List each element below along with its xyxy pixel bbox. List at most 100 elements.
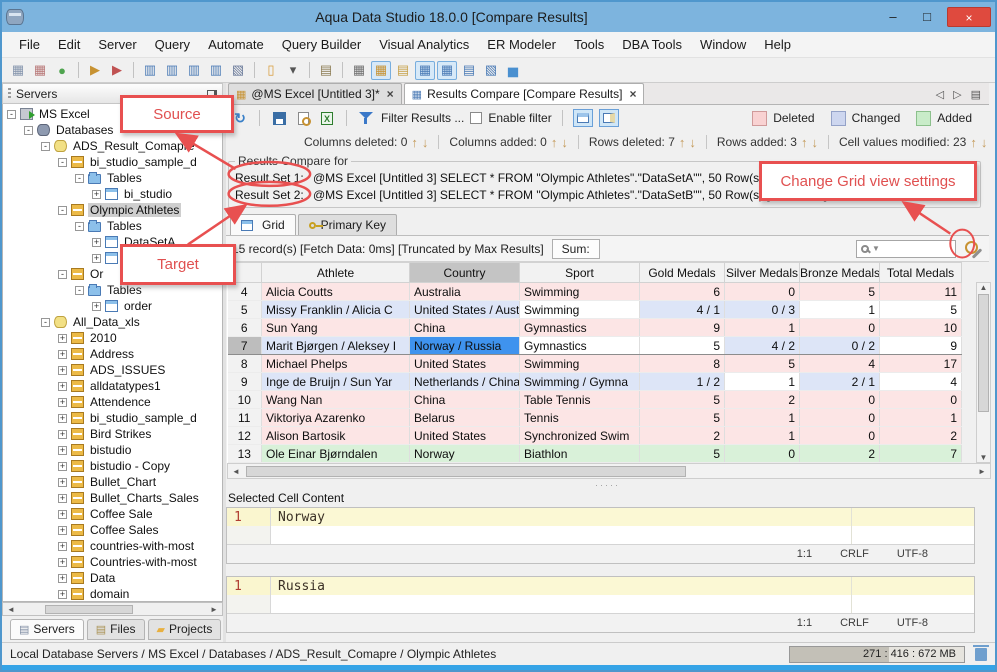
row-count-icon[interactable]: ▤ [459,61,479,80]
grid-cell[interactable]: 5 [799,282,880,301]
tree-item-bullet-chart[interactable]: + Bullet_Chart [3,474,222,490]
previous-diff-icon[interactable]: ↑ [970,135,977,150]
collapse-icon[interactable]: - [58,269,67,279]
grid-cell[interactable]: Netherlands / China [409,372,520,391]
row-number[interactable]: 8 [227,354,262,373]
grid-cell[interactable]: 6 [639,282,725,301]
editor-empty-line[interactable] [227,526,974,544]
expand-icon[interactable]: + [58,509,67,519]
menu-dba-tools[interactable]: DBA Tools [613,34,691,55]
expand-icon[interactable]: + [58,445,67,455]
maximize-button[interactable]: □ [913,7,941,27]
grid-horizontal-scrollbar[interactable]: ◄ ► [227,463,991,479]
expand-icon[interactable]: + [58,477,67,487]
column-header-country[interactable]: Country [409,262,520,283]
previous-diff-icon[interactable]: ↑ [411,135,418,150]
tree-item-countries-with-most[interactable]: + countries-with-most [3,538,222,554]
form-view-icon[interactable]: ▦ [371,60,391,80]
scrollbar-thumb[interactable] [978,294,989,412]
cell-content-editor-target[interactable]: 1 Russia 1:1 CRLF UTF-8 [226,576,975,633]
export-excel-icon[interactable] [318,109,336,127]
grid-cell[interactable]: Missy Franklin / Alicia C [261,300,410,319]
grid-cell[interactable]: 1 [724,318,800,337]
grid-cell[interactable]: 0 [799,408,880,427]
pivot-grid-icon[interactable]: ▦ [437,60,457,80]
tab-results-compare-compare-results[interactable]: ▦ Results Compare [Compare Results] × [403,83,645,104]
next-diff-icon[interactable]: ↓ [811,135,818,150]
grid-cell[interactable]: Ole Einar Bjørndalen [261,444,410,463]
close-icon[interactable]: × [387,87,394,101]
pin-panel-icon[interactable] [207,89,217,98]
collapse-icon[interactable]: - [41,141,50,151]
next-diff-icon[interactable]: ↓ [981,135,988,150]
expand-icon[interactable]: + [58,573,67,583]
editor-empty-line[interactable] [227,595,974,613]
servers-panel-header[interactable]: Servers [2,83,223,104]
tree-item-bistudio-copy[interactable]: + bistudio - Copy [3,458,222,474]
grid-cell[interactable]: 0 [879,390,962,409]
tab-list-icon[interactable]: ▤ [971,88,981,101]
menu-automate[interactable]: Automate [199,34,273,55]
grid-cell[interactable]: Sun Yang [261,318,410,337]
row-number[interactable]: 4 [227,282,262,301]
expand-icon[interactable]: + [92,301,101,311]
grid-cell[interactable]: 0 [724,282,800,301]
splitter-handle[interactable]: ····· [226,479,989,491]
menu-help[interactable]: Help [755,34,800,55]
copy-window-icon[interactable]: ▧ [228,61,248,80]
expand-icon[interactable]: + [58,525,67,535]
script-icon[interactable]: ▤ [316,61,336,80]
horizontal-layout-icon[interactable] [572,109,593,127]
row-number[interactable]: 5 [227,300,262,319]
menu-er-modeler[interactable]: ER Modeler [478,34,565,55]
grid-cell[interactable]: Michael Phelps [261,354,410,373]
grid-results-icon[interactable]: ▦ [349,61,369,80]
column-header-gold-medals[interactable]: Gold Medals [639,262,725,283]
row-number[interactable]: 11 [227,408,262,427]
chart-icon[interactable]: ▅ [503,61,523,80]
tab-scroll-left-icon[interactable]: ◁ [936,88,944,101]
tab-scroll-right-icon[interactable]: ▷ [953,88,961,101]
disconnect-icon[interactable]: ▶ [107,61,127,80]
expand-icon[interactable]: + [58,541,67,551]
grid-cell[interactable]: 0 / 3 [724,300,800,319]
close-icon[interactable]: × [629,87,636,101]
save-icon[interactable] [270,109,288,127]
expand-icon[interactable]: + [58,413,67,423]
tree-item-tables[interactable]: - Tables [3,218,222,234]
editor-current-line[interactable]: 1 Norway [227,508,974,526]
scroll-down-icon[interactable]: ▼ [980,453,988,462]
grid-cell[interactable]: 9 [879,336,962,355]
expand-icon[interactable]: + [58,333,67,343]
grid-cell[interactable]: United States / Aust [409,300,520,319]
grid-cell[interactable]: 1 [724,426,800,445]
previous-diff-icon[interactable]: ↑ [801,135,808,150]
grid-cell[interactable]: 1 [879,408,962,427]
grid-cell[interactable]: 0 [724,444,800,463]
column-header-total-medals[interactable]: Total Medals [879,262,962,283]
tree-item-order[interactable]: + order [3,298,222,314]
tree-item-or[interactable]: - Or [3,266,222,282]
new-file-icon[interactable]: ▯ [261,61,281,80]
grid-cell[interactable]: Synchronized Swim [519,426,640,445]
column-header-rownum[interactable] [227,262,262,283]
tree-item-bullet-charts-sales[interactable]: + Bullet_Charts_Sales [3,490,222,506]
tree-item-bird-strikes[interactable]: + Bird Strikes [3,426,222,442]
editor-current-line[interactable]: 1 Russia [227,577,974,595]
tree-item-dataseta[interactable]: + DataSetA [3,234,222,250]
grid-cell[interactable]: 11 [879,282,962,301]
grid-cell[interactable]: 2 [639,426,725,445]
grid-cell[interactable]: 1 [799,300,880,319]
register-server-icon[interactable]: ▦ [8,61,28,80]
sidebar-tab-projects[interactable]: ▰ Projects [147,619,222,640]
grid-cell[interactable]: Swimming [519,300,640,319]
collapse-icon[interactable]: - [7,109,16,119]
column-header-athlete[interactable]: Athlete [261,262,410,283]
tree-item-all-data-xls[interactable]: - All_Data_xls [3,314,222,330]
scrollbar-thumb[interactable] [246,465,686,477]
grid-cell[interactable]: 2 [799,444,880,463]
tree-item-bi-studio[interactable]: + bi_studio [3,186,222,202]
memory-indicator[interactable]: 271 : 416 : 672 MB [789,645,965,663]
grid-cell[interactable]: Norway [409,444,520,463]
expand-icon[interactable]: + [58,493,67,503]
